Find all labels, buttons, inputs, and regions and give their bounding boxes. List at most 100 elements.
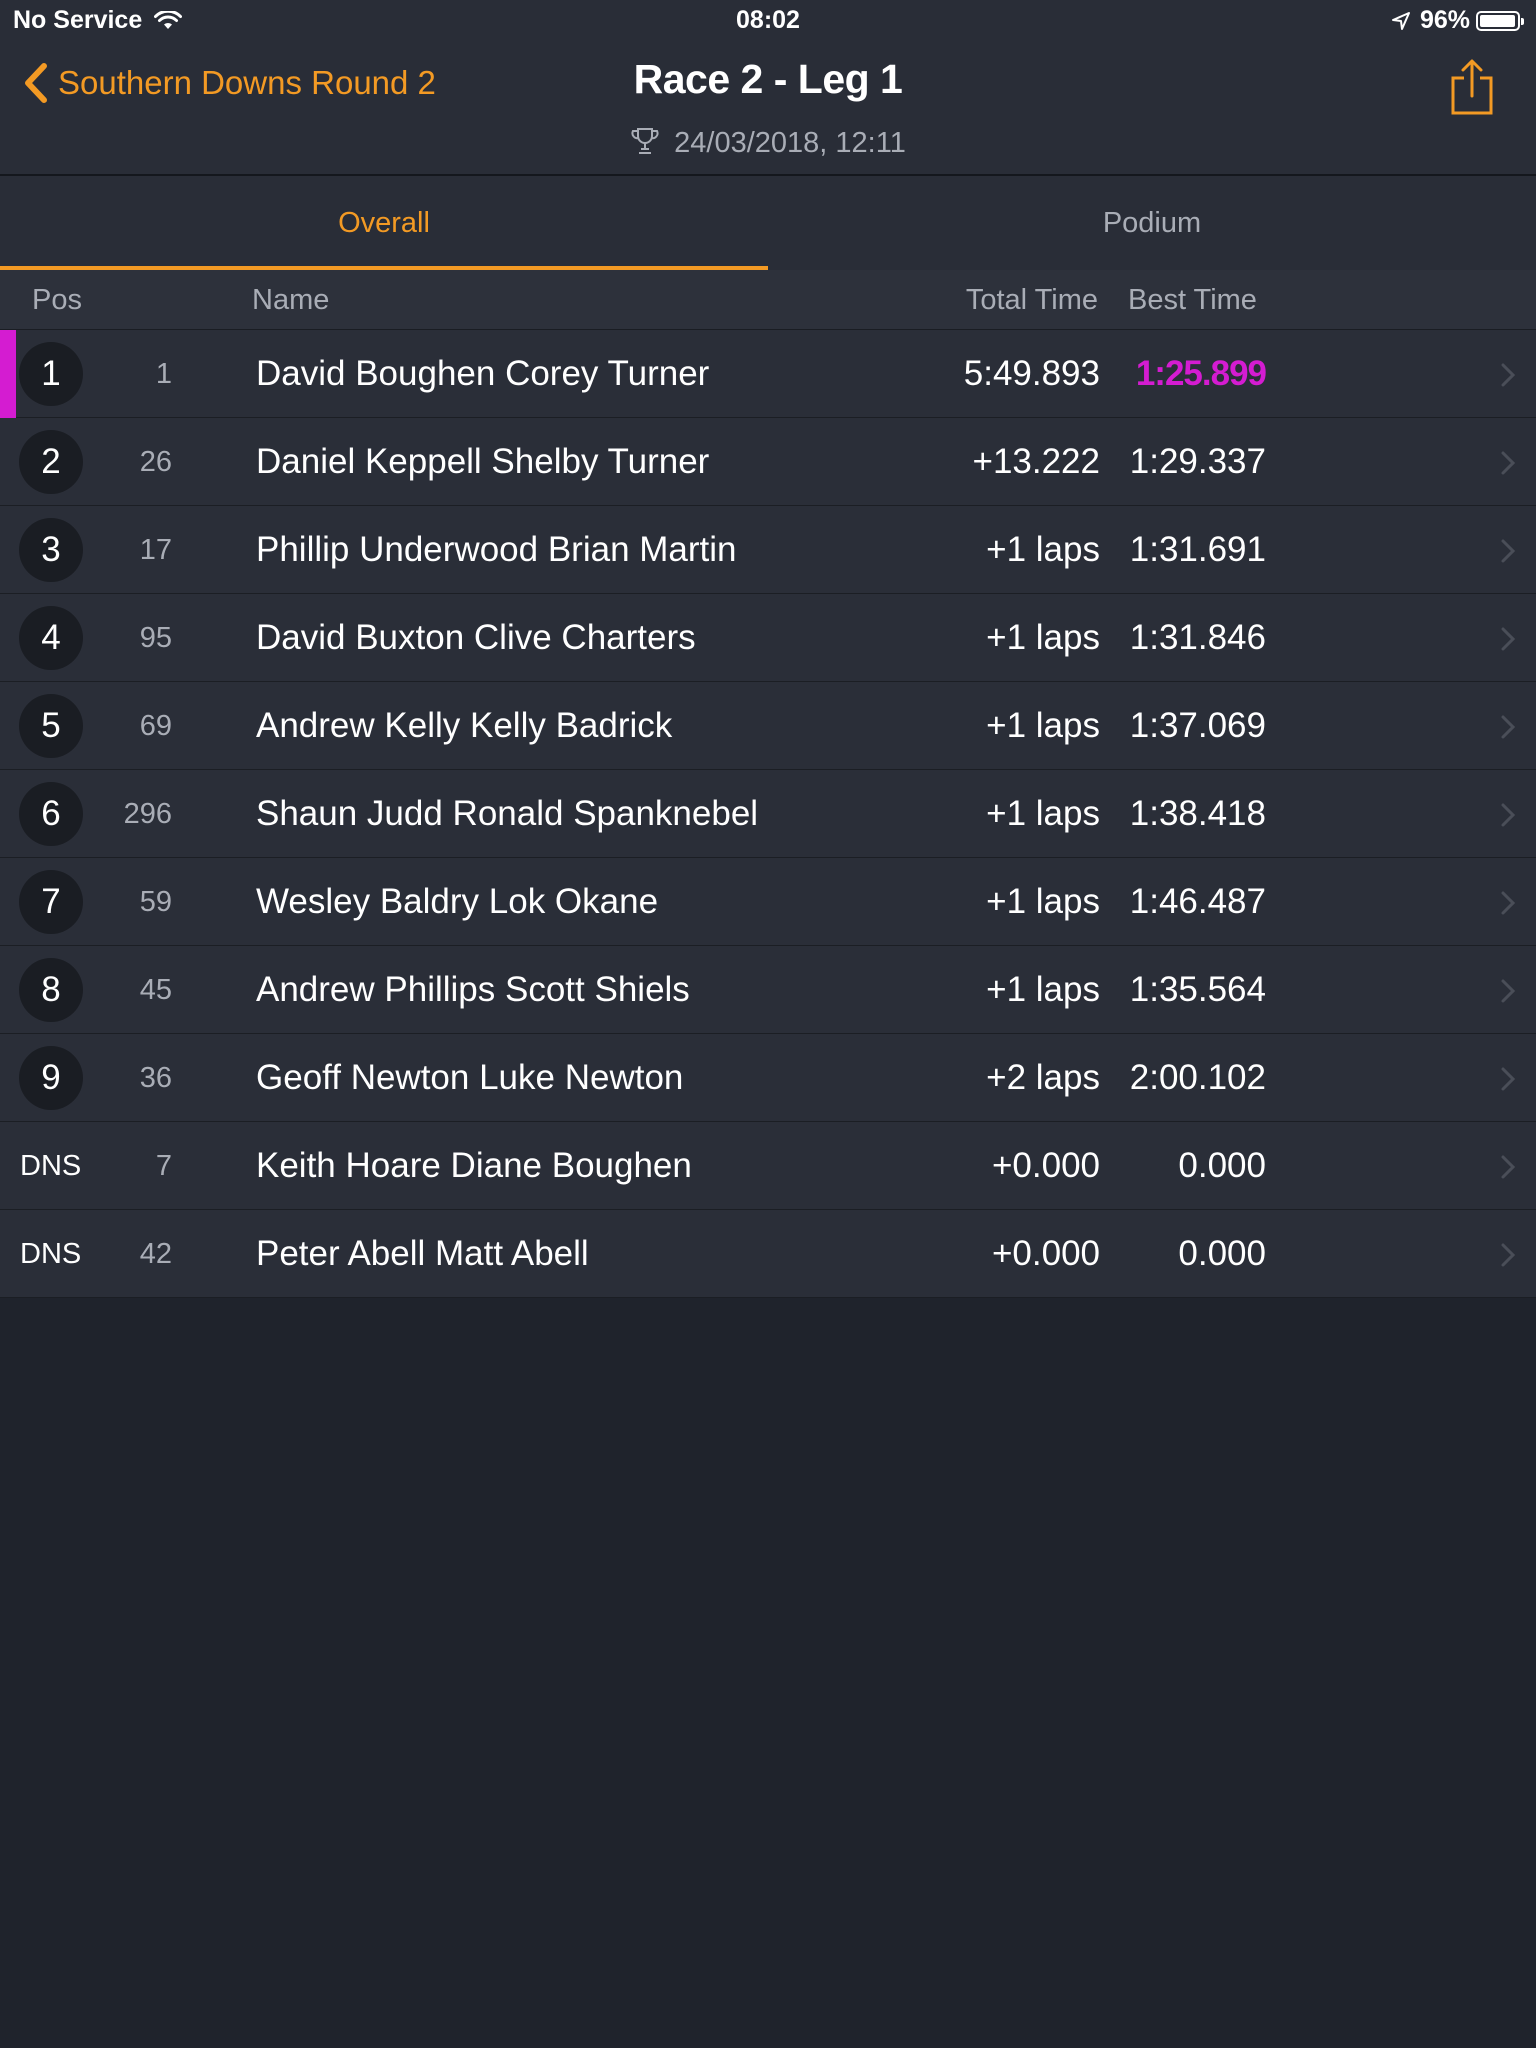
battery-level — [1480, 14, 1515, 27]
car-number: 7 — [155, 1150, 172, 1182]
car-number: 17 — [139, 534, 172, 566]
table-row[interactable]: 7 59 Wesley Baldry Lok Okane +1 laps 1:4… — [0, 858, 1536, 946]
car-number: 42 — [139, 1238, 172, 1270]
segmented-tabs: Overall Podium — [0, 176, 1536, 270]
car-number: 45 — [139, 974, 172, 1006]
share-button[interactable] — [1450, 58, 1494, 121]
table-row[interactable]: 6 296 Shaun Judd Ronald Spanknebel +1 la… — [0, 770, 1536, 858]
position-status: DNS — [20, 1238, 82, 1270]
total-time: +0.000 — [991, 1146, 1100, 1185]
chevron-right-icon — [1501, 627, 1516, 651]
battery-icon — [1476, 10, 1524, 31]
results-list: 1 1 David Boughen Corey Turner 5:49.893 … — [0, 330, 1536, 1298]
total-time: +1 laps — [986, 882, 1100, 921]
driver-names: Wesley Baldry Lok Okane — [256, 882, 659, 921]
status-right: 96% — [1390, 6, 1524, 35]
status-time: 08:02 — [736, 6, 800, 34]
driver-names: Geoff Newton Luke Newton — [256, 1058, 684, 1097]
total-time: +1 laps — [986, 794, 1100, 833]
table-row[interactable]: 2 26 Daniel Keppell Shelby Turner +13.22… — [0, 418, 1536, 506]
best-time: 1:46.487 — [1129, 882, 1266, 921]
position-badge: 5 — [19, 694, 83, 758]
page-title: Race 2 - Leg 1 — [633, 56, 903, 102]
table-row[interactable]: 3 17 Phillip Underwood Brian Martin +1 l… — [0, 506, 1536, 594]
driver-names: David Boughen Corey Turner — [256, 354, 710, 393]
race-datetime: 24/03/2018, 12:11 — [0, 126, 1536, 160]
header-name: Name — [252, 284, 330, 316]
best-time: 1:31.846 — [1129, 618, 1266, 657]
best-time: 1:25.899 — [1135, 354, 1267, 393]
best-time: 0.000 — [1178, 1234, 1266, 1273]
chevron-right-icon — [1501, 363, 1516, 387]
driver-names: Shaun Judd Ronald Spanknebel — [256, 794, 759, 833]
header-total-time: Total Time — [965, 284, 1098, 316]
race-datetime-label: 24/03/2018, 12:11 — [674, 127, 906, 159]
driver-names: Andrew Kelly Kelly Badrick — [256, 706, 673, 745]
position-badge: 9 — [19, 1046, 83, 1110]
status-bar: No Service 08:02 96% — [0, 0, 1536, 40]
position-badge: 4 — [19, 606, 83, 670]
driver-names: Phillip Underwood Brian Martin — [256, 530, 737, 569]
driver-names: David Buxton Clive Charters — [256, 618, 696, 657]
car-number: 36 — [139, 1062, 172, 1094]
header-pos: Pos — [32, 284, 82, 316]
total-time: +1 laps — [986, 618, 1100, 657]
driver-names: Daniel Keppell Shelby Turner — [256, 442, 710, 481]
table-row[interactable]: 4 95 David Buxton Clive Charters +1 laps… — [0, 594, 1536, 682]
chevron-right-icon — [1501, 891, 1516, 915]
table-row[interactable]: 8 45 Andrew Phillips Scott Shiels +1 lap… — [0, 946, 1536, 1034]
position-badge: 6 — [19, 782, 83, 846]
chevron-right-icon — [1501, 715, 1516, 739]
car-number: 95 — [139, 622, 172, 654]
best-time: 1:38.418 — [1129, 794, 1266, 833]
total-time: +1 laps — [986, 530, 1100, 569]
chevron-right-icon — [1501, 1067, 1516, 1091]
best-time: 1:31.691 — [1129, 530, 1266, 569]
position-badge: 3 — [19, 518, 83, 582]
chevron-right-icon — [1501, 1243, 1516, 1267]
trophy-icon — [631, 128, 659, 154]
table-row[interactable]: 1 1 David Boughen Corey Turner 5:49.893 … — [0, 330, 1536, 418]
best-time: 2:00.102 — [1129, 1058, 1266, 1097]
best-time: 1:29.337 — [1129, 442, 1266, 481]
table-row[interactable]: DNS 42 Peter Abell Matt Abell +0.000 0.0… — [0, 1210, 1536, 1298]
total-time: 5:49.893 — [963, 354, 1100, 393]
screen: No Service 08:02 96% Southern Downs Roun… — [0, 0, 1536, 2048]
share-icon — [1451, 59, 1493, 115]
battery-percent: 96% — [1419, 6, 1470, 34]
car-number: 296 — [123, 798, 172, 830]
table-row[interactable]: DNS 7 Keith Hoare Diane Boughen +0.000 0… — [0, 1122, 1536, 1210]
nav-bar: Southern Downs Round 2 Race 2 - Leg 1 24… — [0, 40, 1536, 176]
driver-names: Keith Hoare Diane Boughen — [256, 1146, 692, 1185]
chevron-right-icon — [1501, 451, 1516, 475]
best-time: 0.000 — [1178, 1146, 1266, 1185]
chevron-right-icon — [1501, 539, 1516, 563]
chevron-right-icon — [1501, 979, 1516, 1003]
tab-overall[interactable]: Overall — [0, 176, 768, 270]
table-header: Pos Name Total Time Best Time — [0, 270, 1536, 330]
chevron-right-icon — [1501, 1155, 1516, 1179]
best-time: 1:35.564 — [1129, 970, 1266, 1009]
car-number: 59 — [139, 886, 172, 918]
driver-names: Peter Abell Matt Abell — [256, 1234, 589, 1273]
total-time: +0.000 — [991, 1234, 1100, 1273]
position-badge: 2 — [19, 430, 83, 494]
car-number: 26 — [139, 446, 172, 478]
car-number: 69 — [139, 710, 172, 742]
tab-podium[interactable]: Podium — [768, 176, 1536, 270]
total-time: +1 laps — [986, 706, 1100, 745]
table-row[interactable]: 5 69 Andrew Kelly Kelly Badrick +1 laps … — [0, 682, 1536, 770]
car-number: 1 — [155, 358, 172, 390]
total-time: +1 laps — [986, 970, 1100, 1009]
total-time: +2 laps — [986, 1058, 1100, 1097]
location-arrow-icon — [1391, 11, 1410, 30]
chevron-right-icon — [1501, 803, 1516, 827]
position-status: DNS — [20, 1150, 82, 1182]
table-row[interactable]: 9 36 Geoff Newton Luke Newton +2 laps 2:… — [0, 1034, 1536, 1122]
best-time: 1:37.069 — [1129, 706, 1266, 745]
position-badge: 8 — [19, 958, 83, 1022]
position-badge: 1 — [19, 342, 83, 406]
total-time: +13.222 — [972, 442, 1101, 481]
position-badge: 7 — [19, 870, 83, 934]
driver-names: Andrew Phillips Scott Shiels — [256, 970, 690, 1009]
